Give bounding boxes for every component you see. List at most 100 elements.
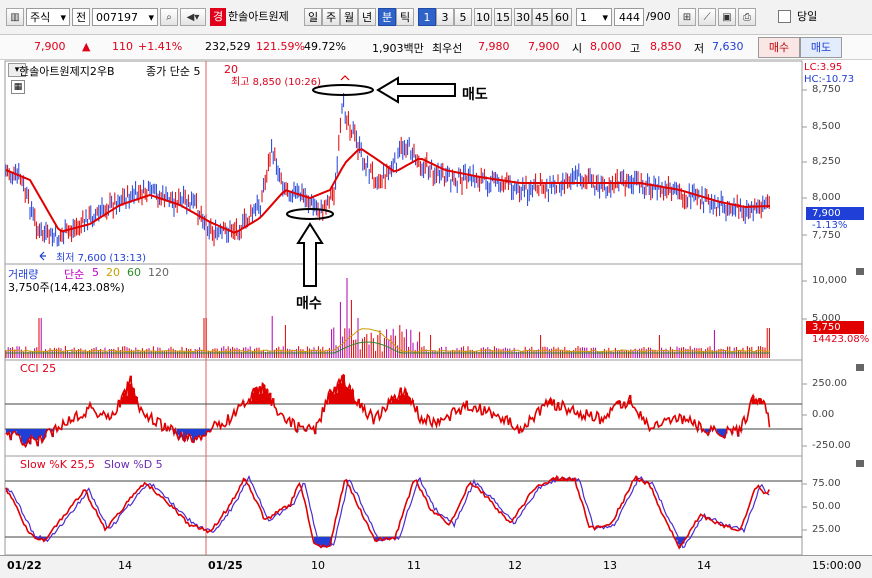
count-total: /900 <box>646 10 671 23</box>
interval-3[interactable]: 3 <box>436 8 454 26</box>
volume-tag: 3,750 <box>806 321 864 334</box>
stoch-k-title: Slow %K 25,5 <box>20 458 95 471</box>
x-tick-label: 11 <box>407 559 421 572</box>
tab-month[interactable]: 월 <box>340 8 358 26</box>
buy-button[interactable]: 매수 <box>758 37 800 58</box>
interval-15[interactable]: 15 <box>494 8 512 26</box>
grid-settings-icon[interactable]: ⊞ <box>678 8 696 26</box>
same-day-label: 당일 <box>797 10 818 23</box>
y-tick-label: 7,750 <box>812 230 841 241</box>
volume-ratio: 121.59% <box>256 40 305 53</box>
y-tick-label: 0.00 <box>812 409 835 420</box>
cci-title: CCI 25 <box>20 362 57 375</box>
stock-name: 한솔아트원제 <box>228 10 289 23</box>
y-tick-label: 10,000 <box>812 275 847 286</box>
tab-year[interactable]: 년 <box>358 8 376 26</box>
chevron-down-icon: ▾ <box>60 11 66 24</box>
chevron-down-icon: ▾ <box>148 11 154 24</box>
interval-5[interactable]: 5 <box>454 8 472 26</box>
lc-label: LC:3.95 <box>804 62 843 73</box>
tab-day[interactable]: 일 <box>304 8 322 26</box>
volume-ma-60: 60 <box>127 266 141 279</box>
tab-tick[interactable]: 틱 <box>396 8 414 26</box>
x-tick-label: 01/22 <box>7 559 42 572</box>
period-type-select[interactable]: 전 <box>72 8 90 26</box>
interval-45[interactable]: 45 <box>532 8 552 26</box>
y-tick-label: 8,750 <box>812 84 841 95</box>
count-input[interactable]: 444 <box>614 8 644 26</box>
volume-pct-tag: 14423.08% <box>812 334 870 345</box>
maximize-icon[interactable] <box>856 364 864 371</box>
volume-ma-120: 120 <box>148 266 169 279</box>
high-price: 8,850 <box>650 40 682 53</box>
open-price: 8,000 <box>590 40 622 53</box>
table-icon[interactable]: ▦ <box>11 80 25 94</box>
volume: 232,529 <box>205 40 251 53</box>
x-tick-label: 10 <box>311 559 325 572</box>
price-change: 110 <box>112 40 133 53</box>
stoch-d-title: Slow %D 5 <box>104 458 163 471</box>
market-select[interactable]: 주식 ▾ <box>26 8 70 26</box>
unit-input-value: 1 <box>580 11 587 24</box>
bid-price: 7,900 <box>528 40 560 53</box>
interval-10[interactable]: 10 <box>474 8 492 26</box>
save-icon[interactable]: ▣ <box>718 8 736 26</box>
x-axis: 01/22 14 01/25 10 11 12 13 14 15:00:00 <box>0 555 872 578</box>
x-axis-time: 15:00:00 <box>812 559 862 572</box>
price-ma-label: 종가 단순 5 <box>146 65 201 78</box>
y-tick-label: 50.00 <box>812 501 841 512</box>
x-tick-label: 13 <box>603 559 617 572</box>
draw-tool-icon[interactable]: ⟋ <box>698 8 716 26</box>
x-tick-label: 14 <box>118 559 132 572</box>
tab-minute[interactable]: 분 <box>378 8 396 26</box>
chart-type-icon[interactable]: ▥ <box>6 8 24 26</box>
interval-1[interactable]: 1 <box>418 8 436 26</box>
price-change-pct: +1.41% <box>138 40 183 53</box>
y-tick-label: 8,000 <box>812 192 841 203</box>
x-tick-label: 14 <box>697 559 711 572</box>
interval-30[interactable]: 30 <box>514 8 532 26</box>
turnover: 49.72% <box>304 40 346 53</box>
tab-week[interactable]: 주 <box>322 8 340 26</box>
ask-price: 7,980 <box>478 40 510 53</box>
y-tick-label: 8,500 <box>812 121 841 132</box>
sell-button[interactable]: 매도 <box>800 37 842 58</box>
maximize-icon[interactable] <box>856 268 864 275</box>
up-arrow-icon: ▲ <box>82 40 91 53</box>
maximize-icon[interactable] <box>856 460 864 467</box>
code-input-value: 007197 <box>96 11 138 24</box>
y-tick-label: 25.00 <box>812 524 841 535</box>
volume-ma-5: 5 <box>92 266 99 279</box>
best-quote-label: 최우선 <box>432 42 463 55</box>
current-price-tag: 7,900 <box>806 207 864 220</box>
market-select-value: 주식 <box>30 11 51 24</box>
current-change-tag: -1.13% <box>812 220 848 231</box>
volume-ma-20: 20 <box>106 266 120 279</box>
interval-60[interactable]: 60 <box>552 8 572 26</box>
print-icon[interactable]: ⎙ <box>738 8 756 26</box>
y-tick-label: -250.00 <box>812 440 851 451</box>
low-label: 저 <box>694 42 705 55</box>
chevron-down-icon: ▾ <box>602 11 608 24</box>
chart-area[interactable] <box>0 60 872 555</box>
price-panel-title: 한솔아트원제지2우B <box>19 65 115 78</box>
current-price: 7,900 <box>34 40 66 53</box>
x-tick-label: 01/25 <box>208 559 243 572</box>
low-price: 7,630 <box>712 40 744 53</box>
search-icon[interactable]: ⌕ <box>160 8 178 26</box>
toolbar: ▥ 주식 ▾ 전 007197 ▾ ⌕ ◀▾ 경 한솔아트원제 일 주 월 년 분 … <box>0 0 872 35</box>
high-label: 고 <box>630 42 641 55</box>
buy-annotation: 매수 <box>296 296 322 312</box>
y-tick-label: 250.00 <box>812 378 847 389</box>
high-note: 최고 8,850 (10:26) <box>231 77 322 88</box>
code-input[interactable]: 007197 ▾ <box>92 8 158 26</box>
unit-input[interactable]: 1 ▾ <box>576 8 612 26</box>
quote-bar: 7,900 ▲ 110 +1.41% 232,529 121.59% 49.72… <box>0 35 872 60</box>
sell-annotation: 매도 <box>462 87 488 103</box>
open-label: 시 <box>572 42 583 55</box>
y-tick-label: 75.00 <box>812 478 841 489</box>
speaker-icon[interactable]: ◀▾ <box>180 8 206 26</box>
low-note: 최저 7,600 (13:13) <box>56 253 147 264</box>
y-tick-label: 8,250 <box>812 156 841 167</box>
same-day-checkbox[interactable] <box>778 10 791 23</box>
